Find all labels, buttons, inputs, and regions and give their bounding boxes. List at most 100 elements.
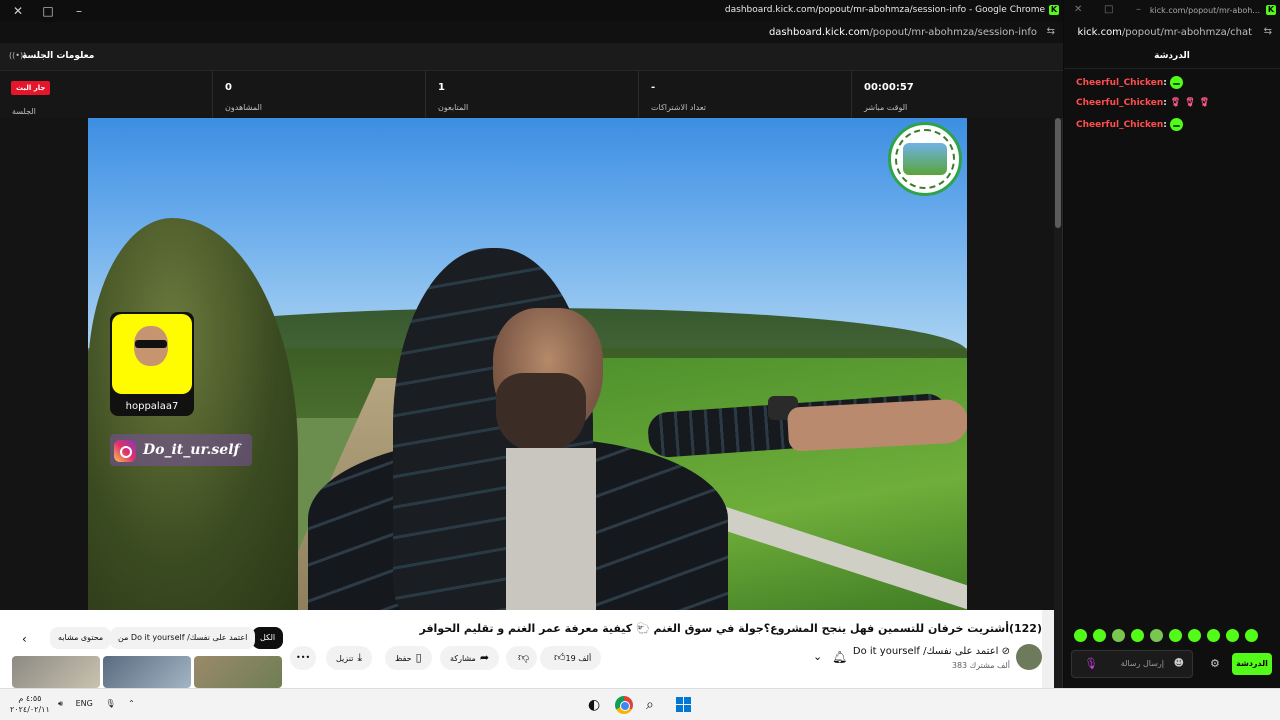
- scroll-thumb[interactable]: [1055, 118, 1061, 228]
- quick-emotes: [1074, 629, 1274, 645]
- chip-all[interactable]: الكل: [252, 627, 284, 649]
- stat-followers: 1 المتابعون: [426, 71, 639, 118]
- app-icon[interactable]: ◐: [588, 697, 600, 713]
- stat-value: -: [651, 82, 656, 93]
- download-icon: ⤓: [357, 651, 363, 664]
- emote-icon[interactable]: [1074, 629, 1087, 642]
- related-video-thumbnail[interactable]: [12, 656, 100, 688]
- share-label: مشاركة: [450, 654, 476, 663]
- emote-icon[interactable]: [1226, 629, 1239, 642]
- volume-icon[interactable]: 🔊︎: [58, 699, 63, 708]
- tune-icon[interactable]: ⇆: [1047, 26, 1055, 37]
- stat-subscriptions: - تعداد الاشتراكات: [639, 71, 852, 118]
- save-button[interactable]: حفظ ▯: [385, 646, 432, 670]
- close-icon[interactable]: ✕: [1074, 4, 1082, 15]
- emote-icon[interactable]: [1188, 629, 1201, 642]
- video-person-beard: [496, 373, 586, 453]
- thumbs-down-icon: 👎︎: [518, 651, 530, 664]
- related-video-thumbnail[interactable]: [103, 656, 191, 688]
- page-scrollbar[interactable]: [1054, 118, 1062, 688]
- mic-icon[interactable]: 🎙︎: [1084, 657, 1098, 670]
- stat-viewers: 0 المشاهدون: [213, 71, 426, 118]
- maximize-icon[interactable]: □: [40, 3, 56, 19]
- emote-icon[interactable]: [1150, 629, 1163, 642]
- session-header: ((•)) معلومات الجلسة: [0, 43, 1063, 71]
- video-title[interactable]: (122)أشتريت خرفان للتسمين فهل ينجح المشر…: [420, 622, 1042, 635]
- session-info-window: ✕ □ – dashboard.kick.com/popout/mr-abohm…: [0, 0, 1063, 688]
- download-label: تنزيل: [336, 654, 354, 663]
- address-bar[interactable]: dashboard.kick.com/popout/mr-abohmza/ses…: [0, 22, 1063, 43]
- chat-send-button[interactable]: الدردشة: [1232, 653, 1272, 675]
- related-video-thumbnail[interactable]: [194, 656, 282, 688]
- rose-icon: 🌹︎: [1198, 98, 1211, 108]
- chat-username[interactable]: Cheerful_Chicken: [1076, 78, 1163, 88]
- stat-value: 1: [438, 82, 445, 93]
- session-title: معلومات الجلسة: [22, 51, 95, 61]
- taskbar: ٤:٥٥ م ٢٠٢٤/٠٢/١١ 🔊︎ ENG 🎙︎ ⌃ ◐ ⌕: [0, 688, 1280, 720]
- yt-scrollbar[interactable]: [1042, 610, 1054, 688]
- chrome-icon[interactable]: [615, 696, 633, 714]
- chat-message: Cheerful_Chicken:: [1076, 76, 1183, 89]
- stats-bar: جار البث الجلسة 0 المشاهدون 1 المتابعون …: [0, 71, 1063, 118]
- system-tray: 🔊︎ ENG 🎙︎ ⌃: [58, 699, 145, 709]
- bookmark-icon: ▯: [415, 651, 422, 664]
- bell-icon[interactable]: 🔔︎: [832, 650, 847, 664]
- chip-related[interactable]: محتوى مشابه: [50, 627, 112, 649]
- instagram-icon: [114, 440, 136, 462]
- chevron-up-icon[interactable]: ⌃: [128, 699, 135, 708]
- more-button[interactable]: •••: [290, 646, 317, 670]
- emote-icon[interactable]: [1112, 629, 1125, 642]
- dislike-button[interactable]: 👎︎: [506, 646, 538, 670]
- rose-icon: 🌹︎: [1184, 98, 1196, 108]
- window-title: dashboard.kick.com/popout/mr-abohmza/ses…: [724, 5, 1045, 15]
- youtube-panel: (122)أشتريت خرفان للتسمين فهل ينجح المشر…: [0, 610, 1054, 688]
- subscriber-count: 383 ألف مشترك: [951, 661, 1010, 670]
- maximize-icon[interactable]: □: [1104, 4, 1113, 15]
- snap-username: hoppalaa7: [125, 401, 179, 412]
- download-button[interactable]: تنزيل ⤓: [326, 646, 373, 670]
- stat-value: 00:00:57: [864, 82, 914, 93]
- stat-value: 0: [225, 82, 232, 93]
- minimize-icon[interactable]: –: [1136, 4, 1141, 15]
- like-button[interactable]: 👍︎19 ألف: [540, 646, 602, 670]
- stat-uptime: 00:00:57 الوقت مباشر: [852, 71, 1065, 118]
- stream-video[interactable]: hoppalaa7 Do_it_ur.self: [88, 118, 967, 610]
- clock[interactable]: ٤:٥٥ م ٢٠٢٤/٠٢/١١: [10, 693, 50, 715]
- emote-icon[interactable]: [1245, 629, 1258, 642]
- emote-icon[interactable]: [1131, 629, 1144, 642]
- chip-from-channel[interactable]: من Do it yourself /اعتمد على نفسك: [110, 627, 256, 649]
- language-indicator[interactable]: ENG: [76, 699, 93, 708]
- stat-label: المتابعون: [438, 103, 469, 112]
- chat-input[interactable]: 🎙︎ إرسال رسالة ☻: [1071, 650, 1193, 678]
- channel-avatar[interactable]: [1016, 644, 1042, 670]
- search-icon[interactable]: ⌕: [646, 697, 654, 713]
- chevron-down-icon[interactable]: ⌄: [813, 650, 822, 663]
- share-button[interactable]: مشاركة ➦: [440, 646, 500, 670]
- url-text[interactable]: kick.com/popout/mr-abohmza/chat: [1078, 27, 1252, 38]
- desktop: ✕ □ – dashboard.kick.com/popout/mr-abohm…: [0, 0, 1280, 720]
- gear-icon[interactable]: ⚙: [1210, 657, 1220, 670]
- instagram-handle: Do_it_ur.self: [143, 442, 240, 458]
- title-bar: ✕ □ – dashboard.kick.com/popout/mr-abohm…: [0, 0, 1063, 22]
- more-icon: •••: [296, 653, 311, 662]
- tune-icon[interactable]: ⇆: [1264, 26, 1272, 37]
- stat-label: الجلسة: [12, 107, 36, 116]
- chat-username[interactable]: Cheerful_Chicken: [1076, 120, 1163, 130]
- channel-name[interactable]: Do it yourself /اعتمد على نفسك ⊘: [853, 646, 1010, 657]
- chat-placeholder: إرسال رسالة: [1120, 659, 1164, 668]
- windows-start-icon[interactable]: [676, 697, 691, 712]
- minimize-icon[interactable]: –: [71, 3, 87, 19]
- stat-label: المشاهدون: [225, 103, 263, 112]
- emote-icon: [1169, 76, 1183, 89]
- chat-username[interactable]: Cheerful_Chicken: [1076, 98, 1163, 108]
- chat-header: الدردشة: [1064, 43, 1280, 69]
- emote-icon[interactable]: [1093, 629, 1106, 642]
- close-icon[interactable]: ✕: [10, 3, 26, 19]
- stat-label: الوقت مباشر: [864, 103, 908, 112]
- emoji-icon[interactable]: ☻: [1174, 658, 1184, 669]
- chevron-left-icon[interactable]: ‹: [22, 632, 27, 646]
- emote-icon[interactable]: [1169, 629, 1182, 642]
- emote-icon[interactable]: [1207, 629, 1220, 642]
- stat-session: جار البث الجلسة: [0, 71, 213, 118]
- mic-icon[interactable]: 🎙︎: [105, 699, 115, 708]
